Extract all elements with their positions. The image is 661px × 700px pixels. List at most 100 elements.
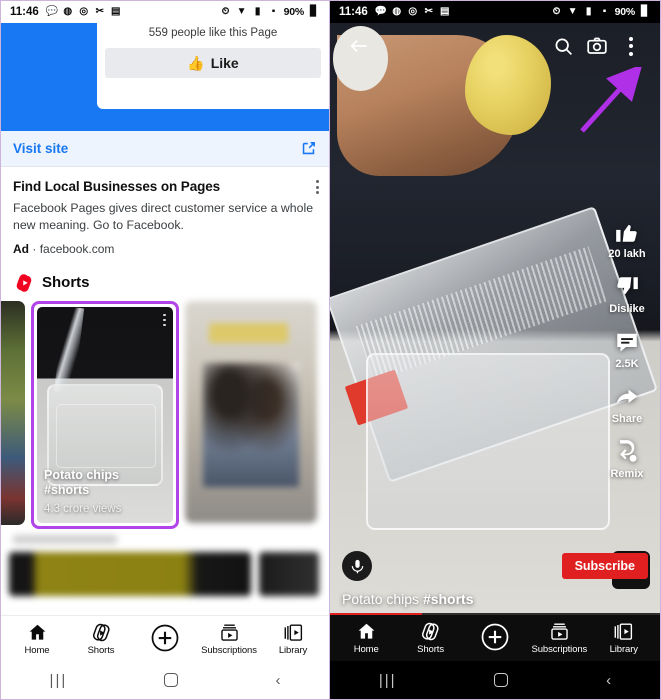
ad-body: Find Local Businesses on Pages Facebook … bbox=[1, 167, 329, 264]
shorts-icon bbox=[91, 622, 112, 643]
dislike-action[interactable]: Dislike bbox=[609, 274, 645, 315]
remix-label: Remix bbox=[610, 468, 644, 480]
player-top-bar bbox=[330, 23, 660, 69]
status-right-group: ⏲ ▼ ▮ ▪ 90% ▊ bbox=[220, 6, 320, 18]
nav-item-create[interactable] bbox=[466, 622, 524, 654]
nav-item-label: Library bbox=[278, 644, 308, 656]
ad-meta: Ad · facebook.com bbox=[13, 242, 317, 256]
shorts-shelf-row[interactable]: Potato chips #shorts 4.3 crore views bbox=[1, 300, 329, 529]
blurred-tile-row bbox=[9, 551, 321, 596]
more-vertical-icon[interactable] bbox=[614, 29, 648, 63]
library-icon bbox=[613, 621, 634, 642]
ad-domain: facebook.com bbox=[39, 241, 115, 256]
player-bottom-meta: Subscribe Potato chips #shorts bbox=[330, 551, 660, 607]
battery-percent: 90% bbox=[614, 6, 636, 18]
instagram-icon: ◎ bbox=[408, 6, 418, 17]
subscribe-button[interactable]: Subscribe bbox=[561, 553, 648, 579]
nav-item-shorts[interactable]: Shorts bbox=[402, 621, 460, 655]
system-back-button[interactable]: ‹ bbox=[275, 672, 280, 689]
camera-icon[interactable] bbox=[580, 29, 614, 63]
chat-icon: 💬 bbox=[45, 6, 59, 17]
system-home-button[interactable] bbox=[164, 673, 179, 687]
status-time: 11:46 bbox=[10, 6, 39, 18]
ad-separator: · bbox=[32, 241, 37, 256]
comment-icon bbox=[614, 329, 640, 355]
alarm-icon: ⏲ bbox=[221, 6, 230, 17]
left-status-bar: 11:46 💬 ◍ ◎ ✂ ▤ ⏲ ▼ ▮ ▪ 90% ▊ bbox=[1, 1, 329, 23]
remix-icon bbox=[614, 439, 640, 465]
remix-action[interactable]: Remix bbox=[610, 439, 644, 480]
channel-row: Subscribe bbox=[342, 551, 648, 581]
blurred-tile bbox=[9, 551, 251, 596]
battery-percent: 90% bbox=[283, 6, 305, 18]
ad-badge: Ad bbox=[13, 241, 29, 256]
right-system-nav: ||| ‹ bbox=[330, 661, 660, 699]
system-back-button[interactable]: ‹ bbox=[606, 672, 611, 689]
comment-action[interactable]: 2.5K bbox=[614, 329, 640, 370]
left-system-nav: ||| ‹ bbox=[1, 661, 329, 699]
status-left-group: 11:46 💬 ◍ ◎ ✂ ▤ bbox=[10, 6, 122, 18]
signal-icon: ▮ bbox=[254, 6, 261, 17]
like-action[interactable]: 20 lakh bbox=[608, 219, 646, 260]
like-button-label: Like bbox=[210, 55, 239, 71]
system-recents-button[interactable]: ||| bbox=[50, 672, 68, 689]
share-label: Share bbox=[611, 413, 643, 425]
back-arrow-icon[interactable] bbox=[342, 29, 376, 63]
external-link-icon[interactable] bbox=[300, 140, 317, 157]
right-nav-row: Home Shorts Subscriptions Library bbox=[330, 615, 660, 661]
system-home-button[interactable] bbox=[494, 673, 509, 687]
search-icon[interactable] bbox=[546, 29, 580, 63]
status-time: 11:46 bbox=[339, 6, 368, 18]
ad-description: Facebook Pages gives direct customer ser… bbox=[13, 201, 314, 232]
nav-item-shorts[interactable]: Shorts bbox=[72, 622, 130, 656]
ad-more-icon[interactable] bbox=[316, 180, 319, 194]
nav-item-home[interactable]: Home bbox=[337, 621, 395, 655]
shorts-card-title-line2: #shorts bbox=[44, 482, 90, 497]
chat-icon: 💬 bbox=[374, 6, 388, 17]
visit-site-bar[interactable]: Visit site bbox=[1, 131, 329, 167]
right-status-bar: 11:46 💬 ◍ ◎ ✂ ▤ ⏲ ▼ ▮ ▪ 90% ▊ bbox=[330, 1, 660, 23]
right-bottom-nav: Home Shorts Subscriptions Library ||| ‹ bbox=[330, 612, 660, 699]
comment-count: 2.5K bbox=[615, 358, 639, 370]
right-phone-screen: 11:46 💬 ◍ ◎ ✂ ▤ ⏲ ▼ ▮ ▪ 90% ▊ 20 lakh Di… bbox=[330, 0, 661, 700]
like-button[interactable]: 👍 Like bbox=[105, 48, 321, 78]
share-action[interactable]: Share bbox=[611, 384, 643, 425]
share-icon bbox=[614, 384, 640, 410]
status-left-group: 11:46 💬 ◍ ◎ ✂ ▤ bbox=[339, 6, 451, 18]
whatsapp-icon: ◍ bbox=[392, 6, 402, 17]
player-action-rail: 20 lakh Dislike 2.5K Share Remix bbox=[596, 219, 658, 480]
nav-item-create[interactable] bbox=[136, 623, 194, 655]
shorts-card-highlighted[interactable]: Potato chips #shorts 4.3 crore views bbox=[31, 300, 179, 529]
nav-item-subscriptions[interactable]: Subscriptions bbox=[200, 622, 258, 656]
dislike-label: Dislike bbox=[609, 303, 645, 315]
shorts-card-caption: Potato chips #shorts 4.3 crore views bbox=[44, 468, 166, 515]
shorts-card-inner: Potato chips #shorts 4.3 crore views bbox=[37, 306, 173, 523]
shorts-logo-icon bbox=[15, 273, 33, 293]
nav-item-library[interactable]: Library bbox=[595, 621, 653, 655]
cellular-icon: ▪ bbox=[602, 6, 607, 17]
shorts-card-second[interactable] bbox=[185, 300, 317, 523]
shorts-card-more-icon[interactable] bbox=[163, 313, 166, 327]
blurred-text-line bbox=[13, 534, 117, 544]
plus-circle-icon bbox=[480, 622, 510, 652]
plus-circle-icon bbox=[150, 623, 180, 653]
system-recents-button[interactable]: ||| bbox=[379, 672, 397, 689]
snapchat-icon: ✂ bbox=[95, 6, 104, 17]
instagram-icon: ◎ bbox=[79, 6, 89, 17]
nav-item-home[interactable]: Home bbox=[8, 622, 66, 656]
avatar[interactable] bbox=[342, 551, 372, 581]
shorts-shelf-header: Shorts bbox=[1, 264, 329, 301]
nav-item-subscriptions[interactable]: Subscriptions bbox=[530, 621, 588, 655]
shorts-card-partial[interactable] bbox=[1, 300, 25, 525]
nav-item-library[interactable]: Library bbox=[264, 622, 322, 656]
shorts-thumbnail-image bbox=[185, 300, 317, 523]
status-right-group: ⏲ ▼ ▮ ▪ 90% ▊ bbox=[551, 6, 651, 18]
video-title: Potato chips #shorts bbox=[342, 591, 648, 607]
gallery-icon: ▤ bbox=[111, 6, 121, 17]
thumbs-up-icon bbox=[614, 219, 640, 245]
nav-item-label: Subscriptions bbox=[201, 644, 257, 656]
shorts-player[interactable]: 20 lakh Dislike 2.5K Share Remix Subscri… bbox=[330, 23, 660, 613]
video-title-hashtag: #shorts bbox=[422, 591, 474, 607]
nav-item-label: Home bbox=[353, 644, 379, 655]
page-like-card: 559 people like this Page 👍 Like bbox=[97, 23, 329, 109]
